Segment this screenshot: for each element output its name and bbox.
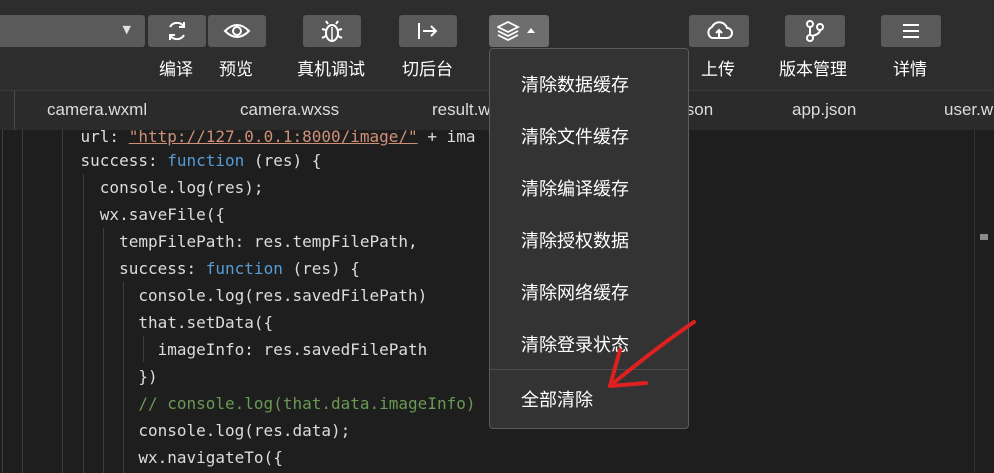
annotation-arrow-icon: [608, 320, 696, 388]
